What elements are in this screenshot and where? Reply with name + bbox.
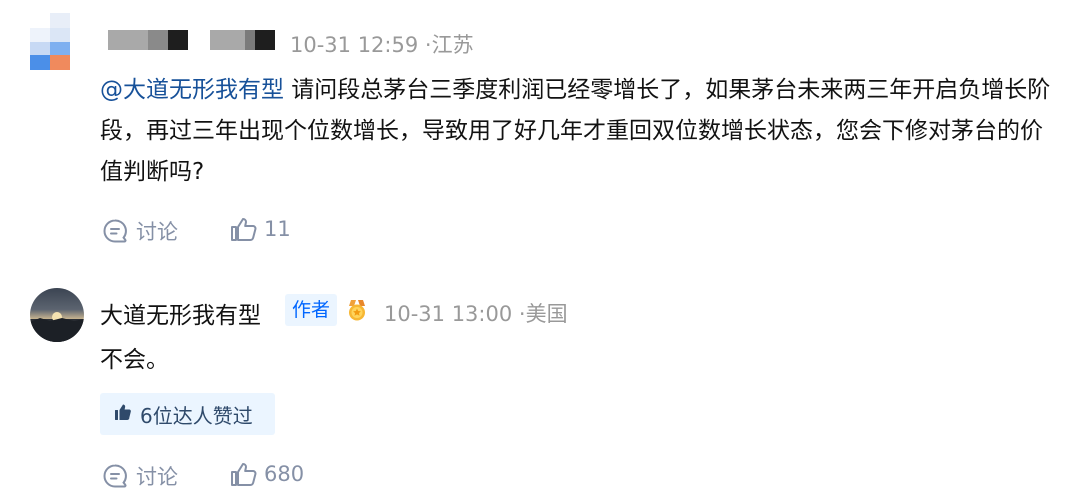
- reply-button[interactable]: 讨论: [102, 216, 178, 246]
- meta-separator: ·: [424, 33, 432, 57]
- like-count: 680: [264, 462, 305, 486]
- reply-meta: 10-31 13:00 ·美国: [384, 298, 568, 328]
- avatar-pixelated[interactable]: [30, 13, 70, 70]
- reply-text: 不会。: [100, 347, 169, 373]
- reply-label: 讨论: [136, 465, 178, 489]
- like-button[interactable]: 680: [230, 461, 304, 487]
- likers-label: 6位达人赞过: [140, 403, 253, 428]
- mention-link[interactable]: @大道无形我有型: [100, 77, 284, 103]
- like-count: 11: [264, 217, 291, 241]
- comment-time: 10-31 12:59: [290, 33, 419, 57]
- reply-location: 美国: [525, 302, 568, 326]
- like-button[interactable]: 11: [230, 216, 291, 242]
- comment-bubble-icon: [102, 218, 128, 244]
- reply-label: 讨论: [136, 220, 178, 244]
- username-redacted[interactable]: [108, 30, 275, 50]
- comment-bubble-icon: [102, 463, 128, 489]
- reply-time: 10-31 13:00: [384, 302, 513, 326]
- gold-medal-icon: [345, 298, 369, 322]
- author-avatar[interactable]: [30, 288, 84, 342]
- thumbs-up-outline-icon: [230, 216, 258, 242]
- thumbs-up-filled-icon: [100, 402, 140, 426]
- comment-meta: 10-31 12:59 ·江苏: [290, 29, 474, 59]
- reply-button[interactable]: 讨论: [102, 461, 178, 491]
- likers-pill[interactable]: 6位达人赞过: [100, 393, 275, 435]
- comment-body: @大道无形我有型 请问段总茅台三季度利润已经零增长了，如果茅台未来两三年开启负增…: [100, 70, 1060, 193]
- meta-separator: ·: [518, 302, 526, 326]
- thumbs-up-outline-icon: [230, 461, 258, 487]
- comment-location: 江苏: [431, 33, 474, 57]
- author-name[interactable]: 大道无形我有型: [100, 296, 261, 330]
- author-badge: 作者: [285, 294, 337, 326]
